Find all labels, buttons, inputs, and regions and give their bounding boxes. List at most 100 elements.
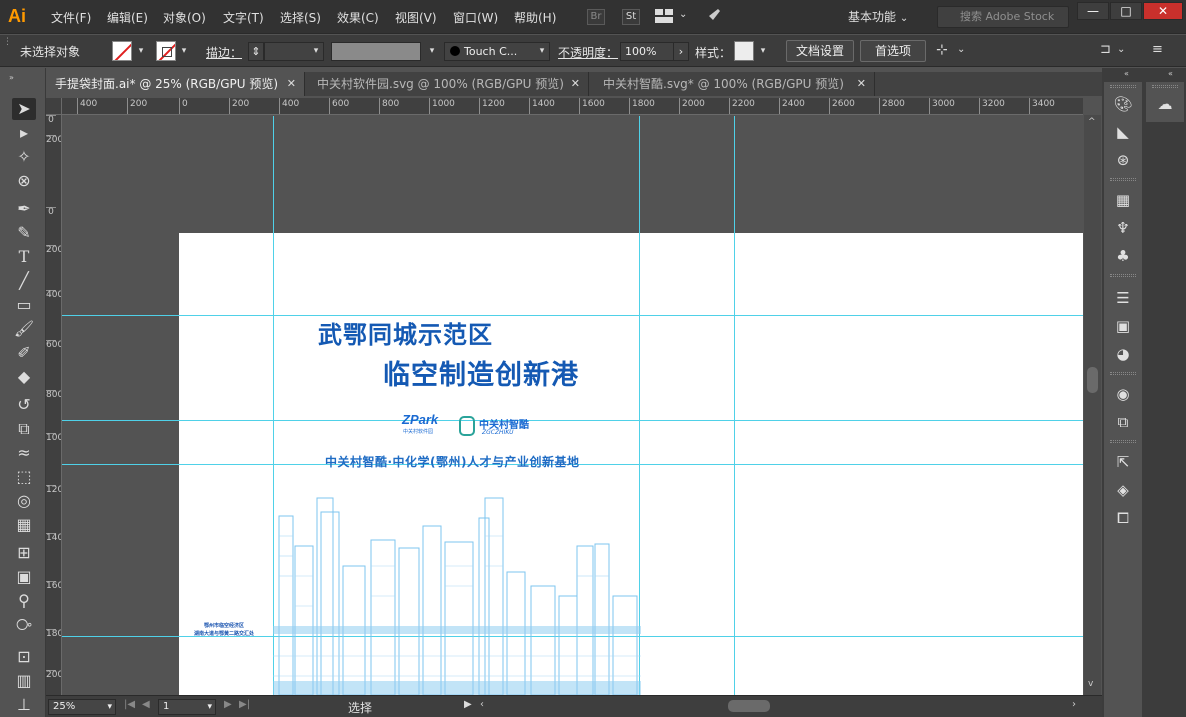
selection-tool-icon[interactable]: ➤ <box>12 98 36 120</box>
rotate-tool-icon[interactable]: ↺ <box>12 394 36 416</box>
stroke-panel-icon[interactable]: ☰ <box>1113 288 1133 308</box>
artboard-number-select[interactable]: 1 ▾ <box>158 699 216 715</box>
menu-file[interactable]: 文件(F) <box>51 9 91 26</box>
transparency-icon[interactable]: ◕ <box>1113 344 1133 364</box>
mesh-tool-icon[interactable]: ⊞ <box>12 542 36 564</box>
symbol-sprayer-icon[interactable]: ⊡ <box>12 646 36 668</box>
swatches-icon[interactable]: ▦ <box>1113 190 1133 210</box>
preferences-button[interactable]: 首选项 <box>860 40 926 62</box>
eyedropper-icon[interactable]: ⚲ <box>12 590 36 612</box>
appearance-icon[interactable]: ◉ <box>1113 384 1133 404</box>
blend-tool-icon[interactable]: ⧂ <box>12 614 36 636</box>
minimize-button[interactable]: — <box>1077 2 1109 20</box>
tab-handbag-cover[interactable]: 手提袋封面.ai* @ 25% (RGB/GPU 预览) ✕ <box>47 72 305 96</box>
menu-type[interactable]: 文字(T) <box>223 9 264 26</box>
artboard-tool-icon[interactable]: ⊥ <box>12 694 36 716</box>
menu-select[interactable]: 选择(S) <box>280 9 321 26</box>
fill-dropdown-arrow[interactable]: ▾ <box>135 45 147 57</box>
scale-tool-icon[interactable]: ⧉ <box>12 418 36 440</box>
opacity-arrow[interactable]: › <box>673 42 689 61</box>
scroll-up-arrow[interactable]: ^ <box>1088 117 1096 127</box>
layers-icon[interactable]: ◈ <box>1113 480 1133 500</box>
perspective-grid-icon[interactable]: ▦ <box>12 514 36 536</box>
menu-edit[interactable]: 编辑(E) <box>107 9 148 26</box>
collapse-icon[interactable]: » <box>9 73 14 82</box>
magic-wand-icon[interactable]: ✧ <box>12 146 36 168</box>
stroke-swatch[interactable] <box>156 41 176 61</box>
gradient-panel-icon[interactable]: ▣ <box>1113 316 1133 336</box>
zpark-logo[interactable]: ZPark <box>402 413 438 426</box>
panel-menu-icon[interactable]: ≡ <box>1152 42 1163 57</box>
rectangle-tool-icon[interactable]: ▭ <box>12 294 36 316</box>
chevron-down-icon[interactable]: ⌄ <box>1117 44 1125 55</box>
horizontal-ruler[interactable]: 400 200 0 200 400 600 800 1000 1200 1400… <box>62 98 1083 115</box>
close-icon[interactable]: ✕ <box>571 72 580 96</box>
style-dropdown-arrow[interactable]: ▾ <box>757 45 769 57</box>
eraser-icon[interactable]: ◆ <box>12 366 36 388</box>
zoom-select[interactable]: 25% ▾ <box>48 699 116 715</box>
fill-swatch[interactable] <box>112 41 132 61</box>
pen-tool-icon[interactable]: ✒ <box>12 198 36 220</box>
cover-title-line2[interactable]: 临空制造创新港 <box>383 353 579 392</box>
lasso-icon[interactable]: ⊗ <box>12 170 36 192</box>
menu-object[interactable]: 对象(O) <box>163 9 206 26</box>
rocket-icon[interactable] <box>704 7 722 25</box>
vertical-ruler[interactable]: 0 200 0 200 400 600 800 1000 1200 1400 1… <box>46 115 62 695</box>
panel-grip[interactable] <box>1152 85 1178 88</box>
zgc-logo-icon[interactable] <box>459 416 475 436</box>
menu-help[interactable]: 帮助(H) <box>514 9 556 26</box>
column-graph-icon[interactable]: ▥ <box>12 670 36 692</box>
scroll-down-arrow[interactable]: v <box>1088 679 1093 689</box>
shape-builder-icon[interactable]: ◎ <box>12 490 36 512</box>
curvature-tool-icon[interactable]: ✎ <box>12 222 36 244</box>
creative-cloud-libraries-icon[interactable]: ☁ <box>1155 94 1175 114</box>
close-window-button[interactable]: ✕ <box>1143 2 1183 20</box>
type-tool-icon[interactable]: T <box>12 246 36 268</box>
previous-artboard-icon[interactable]: ◀ <box>142 699 150 710</box>
profile-dropdown-arrow[interactable]: ▾ <box>426 45 438 57</box>
stroke-label[interactable]: 描边： <box>206 44 242 61</box>
color-guide-icon[interactable]: ◣ <box>1113 122 1133 142</box>
scroll-right-arrow[interactable]: › <box>1072 699 1076 710</box>
brush-definition-select[interactable]: Touch C... <box>444 42 550 61</box>
stock-button[interactable]: St <box>622 9 640 25</box>
color-panel-icon[interactable]: 🎨︎ <box>1113 94 1133 114</box>
ruler-origin[interactable] <box>46 98 62 115</box>
cover-title-line1[interactable]: 武鄂同城示范区 <box>318 315 493 350</box>
panel-grip[interactable] <box>1110 178 1136 181</box>
maximize-button[interactable]: □ <box>1110 2 1142 20</box>
close-icon[interactable]: ✕ <box>287 72 296 96</box>
stock-search-input[interactable]: 搜索 Adobe Stock <box>937 6 1069 28</box>
menu-effect[interactable]: 效果(C) <box>337 9 379 26</box>
menu-window[interactable]: 窗口(W) <box>453 9 498 26</box>
symbols-icon[interactable]: ♣ <box>1113 246 1133 266</box>
cover-subtitle[interactable]: 中关村智酷·中化学(鄂州)人才与产业创新基地 <box>325 453 580 470</box>
next-artboard-icon[interactable]: ▶ <box>224 699 232 710</box>
status-menu-arrow[interactable]: ▶ <box>464 699 472 710</box>
city-skyline-illustration[interactable] <box>273 476 641 695</box>
panel-grip[interactable] <box>1110 274 1136 277</box>
variable-width-profile[interactable] <box>331 42 421 61</box>
arrange-documents-icon[interactable] <box>655 9 673 23</box>
scroll-left-arrow[interactable]: ‹ <box>480 699 484 710</box>
vertical-scrollbar[interactable]: ^ v <box>1084 115 1101 695</box>
chevron-down-icon[interactable]: ⌄ <box>957 44 965 55</box>
free-transform-icon[interactable]: ⬚ <box>12 466 36 488</box>
location-caption[interactable]: 鄂州市临空经济区 湖南大道与鄂黄二路交汇处 <box>194 622 254 638</box>
panel-grip[interactable] <box>1110 372 1136 375</box>
menu-view[interactable]: 视图(V) <box>395 9 437 26</box>
graphic-styles-icon[interactable]: ⧉ <box>1113 412 1133 432</box>
opacity-input[interactable]: 100% <box>620 42 674 61</box>
collapse-icon[interactable]: « <box>1168 69 1173 78</box>
first-artboard-icon[interactable]: |◀ <box>124 699 135 710</box>
stroke-weight-dropdown[interactable]: ▾ <box>310 45 322 57</box>
stroke-dropdown-arrow[interactable]: ▾ <box>178 45 190 57</box>
paintbrush-icon[interactable]: 🖌︎ <box>12 318 36 340</box>
transform-icon[interactable]: ⊐ <box>1100 42 1111 57</box>
warp-tool-icon[interactable]: ≈ <box>12 442 36 464</box>
document-setup-button[interactable]: 文档设置 <box>786 40 854 62</box>
workspace-switcher[interactable]: 基本功能 ⌄ <box>848 8 908 25</box>
direct-selection-tool-icon[interactable]: ▸ <box>12 122 36 144</box>
brushes-icon[interactable]: ♆ <box>1113 218 1133 238</box>
line-tool-icon[interactable]: ╱ <box>12 270 36 292</box>
